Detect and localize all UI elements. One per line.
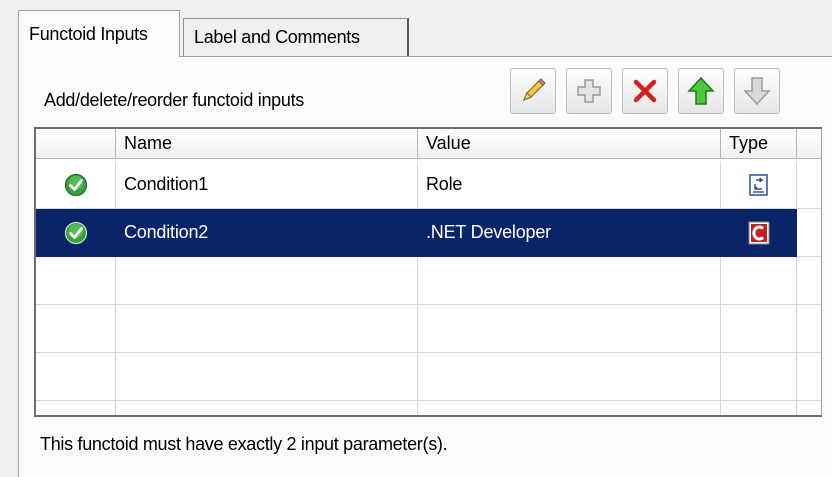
red-x-icon	[633, 79, 657, 103]
link-type-icon	[748, 173, 768, 196]
column-header-type[interactable]: Type	[721, 129, 797, 159]
row-header-corner	[36, 129, 116, 159]
inputs-grid[interactable]: Name Value Type Condition1 Role Conditio…	[34, 127, 822, 417]
value-cell[interactable]: Role	[418, 161, 721, 209]
tab-functoid-inputs[interactable]: Functoid Inputs	[18, 10, 180, 57]
gray-down-arrow-icon	[743, 77, 771, 106]
move-up-button[interactable]	[678, 68, 724, 114]
name-cell[interactable]: Condition2	[116, 209, 418, 257]
table-row[interactable]: Condition1 Role	[36, 161, 821, 209]
constant-c-icon	[748, 221, 769, 244]
value-cell[interactable]: .NET Developer	[418, 209, 721, 257]
row-status-cell	[36, 209, 116, 257]
green-check-icon	[64, 173, 87, 196]
validation-message: This functoid must have exactly 2 input …	[40, 434, 448, 454]
row-status-cell	[36, 161, 116, 209]
section-label: Add/delete/reorder functoid inputs	[44, 90, 304, 110]
filler-cell	[797, 161, 821, 209]
green-check-icon	[64, 221, 87, 244]
move-down-button[interactable]	[734, 68, 780, 114]
green-up-arrow-icon	[687, 76, 715, 105]
empty-row[interactable]	[36, 305, 821, 353]
column-header-value[interactable]: Value	[418, 129, 721, 159]
add-button[interactable]	[566, 68, 612, 114]
column-header-name[interactable]: Name	[116, 129, 418, 159]
empty-row[interactable]	[36, 257, 821, 305]
type-cell[interactable]	[721, 161, 797, 209]
pencil-icon	[522, 78, 546, 102]
edit-button[interactable]	[510, 68, 556, 114]
tab-label-and-comments[interactable]: Label and Comments	[183, 18, 409, 56]
column-header-filler	[797, 129, 821, 159]
table-row[interactable]: Condition2 .NET Developer	[36, 209, 821, 257]
empty-row[interactable]	[36, 353, 821, 401]
empty-row[interactable]	[36, 401, 821, 415]
delete-button[interactable]	[622, 68, 668, 114]
type-cell[interactable]	[721, 209, 797, 257]
name-cell[interactable]: Condition1	[116, 161, 418, 209]
plus-icon	[577, 79, 601, 103]
filler-cell	[797, 209, 821, 257]
